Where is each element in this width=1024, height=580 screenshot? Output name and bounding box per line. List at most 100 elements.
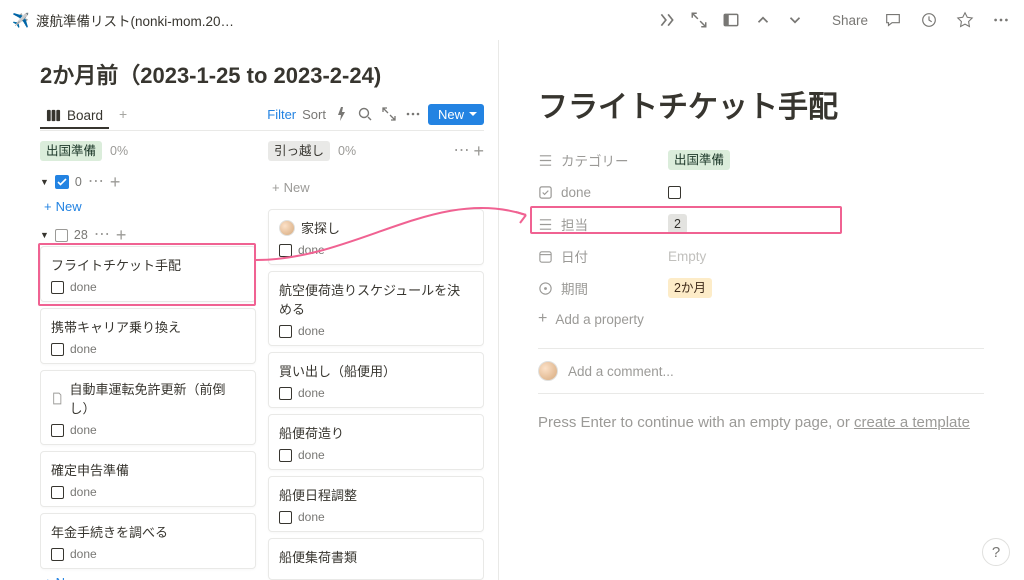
card-done-label: done — [298, 448, 325, 462]
card[interactable]: フライトチケット手配 done — [40, 246, 256, 302]
updates-icon[interactable] — [918, 9, 940, 31]
card-done-label: done — [70, 280, 97, 294]
checkbox-icon[interactable] — [51, 486, 64, 499]
date-icon — [538, 249, 553, 264]
prop-row-assignee[interactable]: 担当 2 — [538, 208, 984, 240]
prop-label: done — [561, 185, 591, 200]
detail-title[interactable]: フライトチケット手配 — [538, 82, 984, 126]
peek-icon[interactable] — [720, 9, 742, 31]
comments-icon[interactable] — [882, 9, 904, 31]
checkbox-icon[interactable] — [51, 281, 64, 294]
page-title[interactable]: 渡航準備リスト(nonki-mom.2023v... — [36, 10, 236, 30]
card-done-label: done — [298, 243, 325, 257]
group-add-icon[interactable]: + — [110, 173, 121, 191]
new-button[interactable]: New — [428, 104, 484, 125]
card-title: 航空便荷造りスケジュールを決める — [279, 280, 473, 318]
create-template-link[interactable]: create a template — [854, 414, 970, 431]
group-more-icon[interactable]: ⋯ — [88, 174, 104, 190]
expand-db-icon[interactable] — [380, 105, 398, 123]
group-more-icon[interactable]: ⋯ — [94, 227, 110, 243]
card-done-label: done — [298, 386, 325, 400]
add-view-button[interactable]: + — [115, 102, 131, 126]
group-add-icon[interactable]: + — [116, 226, 127, 244]
card-done-label: done — [298, 324, 325, 338]
prop-label: 日付 — [561, 246, 588, 266]
card[interactable]: 航空便荷造りスケジュールを決める done — [268, 271, 484, 346]
add-property-label: Add a property — [555, 312, 644, 327]
view-tab-label: Board — [67, 108, 103, 123]
card-title: 船便集荷書類 — [279, 547, 473, 566]
new-card-button[interactable]: +New — [40, 193, 256, 220]
checkbox-checked-icon — [55, 175, 69, 189]
new-card-button[interactable]: +New — [268, 174, 484, 201]
prop-done-checkbox[interactable] — [668, 186, 681, 199]
checkbox-icon[interactable] — [51, 424, 64, 437]
prop-value-date: Empty — [668, 249, 706, 264]
card[interactable]: 買い出し（船便用） done — [268, 352, 484, 408]
card[interactable]: 確定申告準備 done — [40, 451, 256, 507]
card[interactable]: 自動車運転免許更新（前倒し） done — [40, 370, 256, 445]
add-property-button[interactable]: + Add a property — [538, 304, 984, 338]
prop-row-date[interactable]: 日付 Empty — [538, 240, 984, 272]
automations-icon[interactable] — [332, 105, 350, 123]
prop-value-category: 出国準備 — [668, 150, 730, 170]
view-toolbar: Board + Filter Sort New — [40, 102, 484, 131]
column-more-icon[interactable]: ⋯ — [453, 143, 469, 159]
group-done[interactable]: ▼ 0 ⋯ + — [40, 173, 256, 191]
prop-row-period[interactable]: 期間 2か月 — [538, 272, 984, 304]
view-tab-board[interactable]: Board — [40, 104, 109, 129]
sort-button[interactable]: Sort — [302, 107, 326, 122]
search-icon[interactable] — [356, 105, 374, 123]
share-button[interactable]: Share — [832, 13, 868, 28]
formula-icon — [538, 281, 553, 296]
checkbox-icon[interactable] — [51, 548, 64, 561]
checkbox-icon[interactable] — [279, 449, 292, 462]
database-title[interactable]: 2か月前（2023-1-25 to 2023-2-24) — [40, 58, 484, 90]
prop-value-period: 2か月 — [668, 278, 712, 298]
new-card-bottom[interactable]: +New — [40, 569, 256, 580]
new-card-label: New — [284, 180, 310, 195]
column-tag[interactable]: 引っ越し — [268, 141, 330, 161]
multiselect-icon — [538, 153, 553, 168]
card[interactable]: 船便荷造り done — [268, 414, 484, 470]
group-not-done[interactable]: ▼ 28 ⋯ + — [40, 226, 256, 244]
column-progress: 0% — [338, 144, 356, 158]
card[interactable]: 船便集荷書類 — [268, 538, 484, 580]
card-title: フライトチケット手配 — [51, 255, 245, 274]
checkbox-icon[interactable] — [279, 244, 292, 257]
prop-row-category[interactable]: カテゴリー 出国準備 — [538, 144, 984, 176]
comment-input[interactable]: Add a comment... — [538, 348, 984, 394]
filter-button[interactable]: Filter — [267, 107, 296, 122]
help-button[interactable]: ? — [982, 538, 1010, 566]
card[interactable]: 船便日程調整 done — [268, 476, 484, 532]
card-title: 確定申告準備 — [51, 460, 245, 479]
prop-label: 期間 — [561, 278, 588, 298]
board-column: 出国準備 0% ▼ 0 ⋯ + +New ▼ 28 ⋯ — [40, 141, 256, 580]
card-title: 船便日程調整 — [279, 485, 473, 504]
column-tag[interactable]: 出国準備 — [40, 141, 102, 161]
page-inline-icon — [51, 392, 64, 405]
chevron-down-icon[interactable] — [784, 9, 806, 31]
expand-icon[interactable] — [688, 9, 710, 31]
favorite-icon[interactable] — [954, 9, 976, 31]
toolbar-more-icon[interactable] — [404, 105, 422, 123]
checkbox-icon[interactable] — [51, 343, 64, 356]
checkbox-icon[interactable] — [279, 325, 292, 338]
group-count: 0 — [75, 175, 82, 189]
assignee-avatar-icon — [279, 220, 295, 236]
more-menu-icon[interactable] — [990, 9, 1012, 31]
user-avatar — [538, 361, 558, 381]
card[interactable]: 家探し done — [268, 209, 484, 265]
checkbox-icon[interactable] — [279, 387, 292, 400]
card-title: 家探し — [301, 218, 340, 237]
column-add-icon[interactable]: + — [473, 142, 484, 160]
collapse-icon[interactable] — [656, 9, 678, 31]
checkbox-icon[interactable] — [279, 511, 292, 524]
chevron-up-icon[interactable] — [752, 9, 774, 31]
card-title: 年金手続きを調べる — [51, 522, 245, 541]
card[interactable]: 携帯キャリア乗り換え done — [40, 308, 256, 364]
prop-label: カテゴリー — [561, 150, 629, 170]
multiselect-icon — [538, 217, 553, 232]
prop-row-done[interactable]: done — [538, 176, 984, 208]
card[interactable]: 年金手続きを調べる done — [40, 513, 256, 569]
